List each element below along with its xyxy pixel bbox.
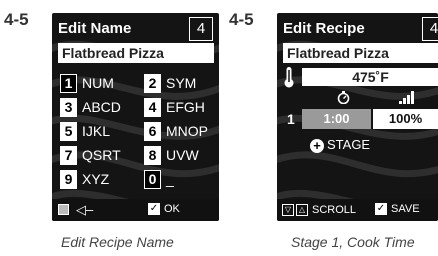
thermometer-icon [284, 67, 294, 88]
key-label: IJKL [82, 123, 111, 139]
edit-recipe-screen: Edit Recipe 4 Flatbread Pizza 475˚F 1 1:… [277, 13, 438, 221]
power-level-icon [399, 91, 414, 104]
cook-time-field[interactable]: 1:00 [302, 109, 371, 129]
key-label: NUM [82, 75, 114, 91]
stage-number: 1 [287, 111, 295, 127]
step-number-box: 4 [189, 17, 213, 41]
key-number: 2 [144, 74, 161, 93]
edit-name-screen: Edit Name 4 Flatbread Pizza 1 NUM 2 SYM 3A… [52, 13, 219, 221]
key-4[interactable]: 4 EFGH [144, 97, 205, 117]
key-label: _ [166, 171, 174, 187]
key-label: MNOP [166, 123, 208, 139]
screen-title: Edit Name [58, 20, 132, 37]
key-2[interactable]: 2 SYM [144, 73, 196, 93]
key-0[interactable]: 0 _ [144, 169, 174, 189]
caption-left: Edit Recipe Name [61, 234, 174, 250]
key-5[interactable]: 5 IJKL [60, 121, 110, 141]
bottom-bar: ▽ △ SCROLL ✓ SAVE [277, 199, 438, 221]
key-label: SYM [166, 75, 197, 91]
timer-icon [337, 91, 350, 104]
key-number: 9 [60, 170, 77, 189]
check-icon: ✓ [148, 203, 160, 216]
key-6[interactable]: 6 MNOP [144, 121, 208, 141]
key-label: UVW [166, 147, 199, 163]
recipe-name-field[interactable]: Flatbread Pizza [58, 43, 214, 63]
key-number: 1 [60, 74, 77, 93]
stop-icon[interactable] [58, 204, 69, 215]
check-icon: ✓ [375, 203, 387, 216]
backspace-icon[interactable]: ◁– [76, 202, 93, 218]
step-label-right: 4-5 [229, 10, 254, 29]
ok-button[interactable]: ✓ OK [148, 203, 180, 216]
key-number: 6 [144, 122, 161, 141]
screen-title: Edit Recipe [283, 20, 365, 37]
scroll-up-icon: △ [296, 204, 308, 217]
key-number: 4 [144, 98, 161, 117]
caption-right: Stage 1, Cook Time [291, 234, 415, 250]
key-number: 3 [60, 98, 77, 117]
key-number: 0 [144, 170, 161, 189]
scroll-label: SCROLL [312, 204, 357, 216]
key-label: EFGH [166, 99, 205, 115]
key-number: 8 [144, 146, 161, 165]
add-stage-label: STAGE [327, 137, 371, 152]
scroll-down-icon: ▽ [282, 204, 294, 217]
power-field[interactable]: 100% [373, 109, 438, 129]
key-9[interactable]: 9 XYZ [60, 169, 109, 189]
key-3[interactable]: 3 ABCD [60, 97, 121, 117]
save-button[interactable]: ✓ SAVE [375, 203, 420, 216]
key-number: 7 [60, 146, 77, 165]
key-number: 5 [60, 122, 77, 141]
step-number-box: 4 [422, 17, 438, 41]
key-label: XYZ [82, 171, 110, 187]
recipe-name-field[interactable]: Flatbread Pizza [283, 43, 438, 63]
key-1[interactable]: 1 NUM [60, 73, 114, 93]
add-stage-button[interactable]: + STAGE [310, 137, 370, 153]
temperature-field[interactable]: 475˚F [302, 68, 438, 86]
key-label: ABCD [82, 99, 121, 115]
scroll-control[interactable]: ▽ △ SCROLL [282, 204, 357, 217]
ok-label: OK [164, 203, 180, 215]
save-label: SAVE [391, 203, 420, 215]
step-label-left: 4-5 [4, 10, 29, 29]
bottom-bar: ◁– ✓ OK [52, 199, 219, 221]
key-label: QSRT [82, 147, 121, 163]
plus-icon: + [310, 138, 324, 153]
key-7[interactable]: 7 QSRT [60, 145, 121, 165]
key-8[interactable]: 8 UVW [144, 145, 199, 165]
